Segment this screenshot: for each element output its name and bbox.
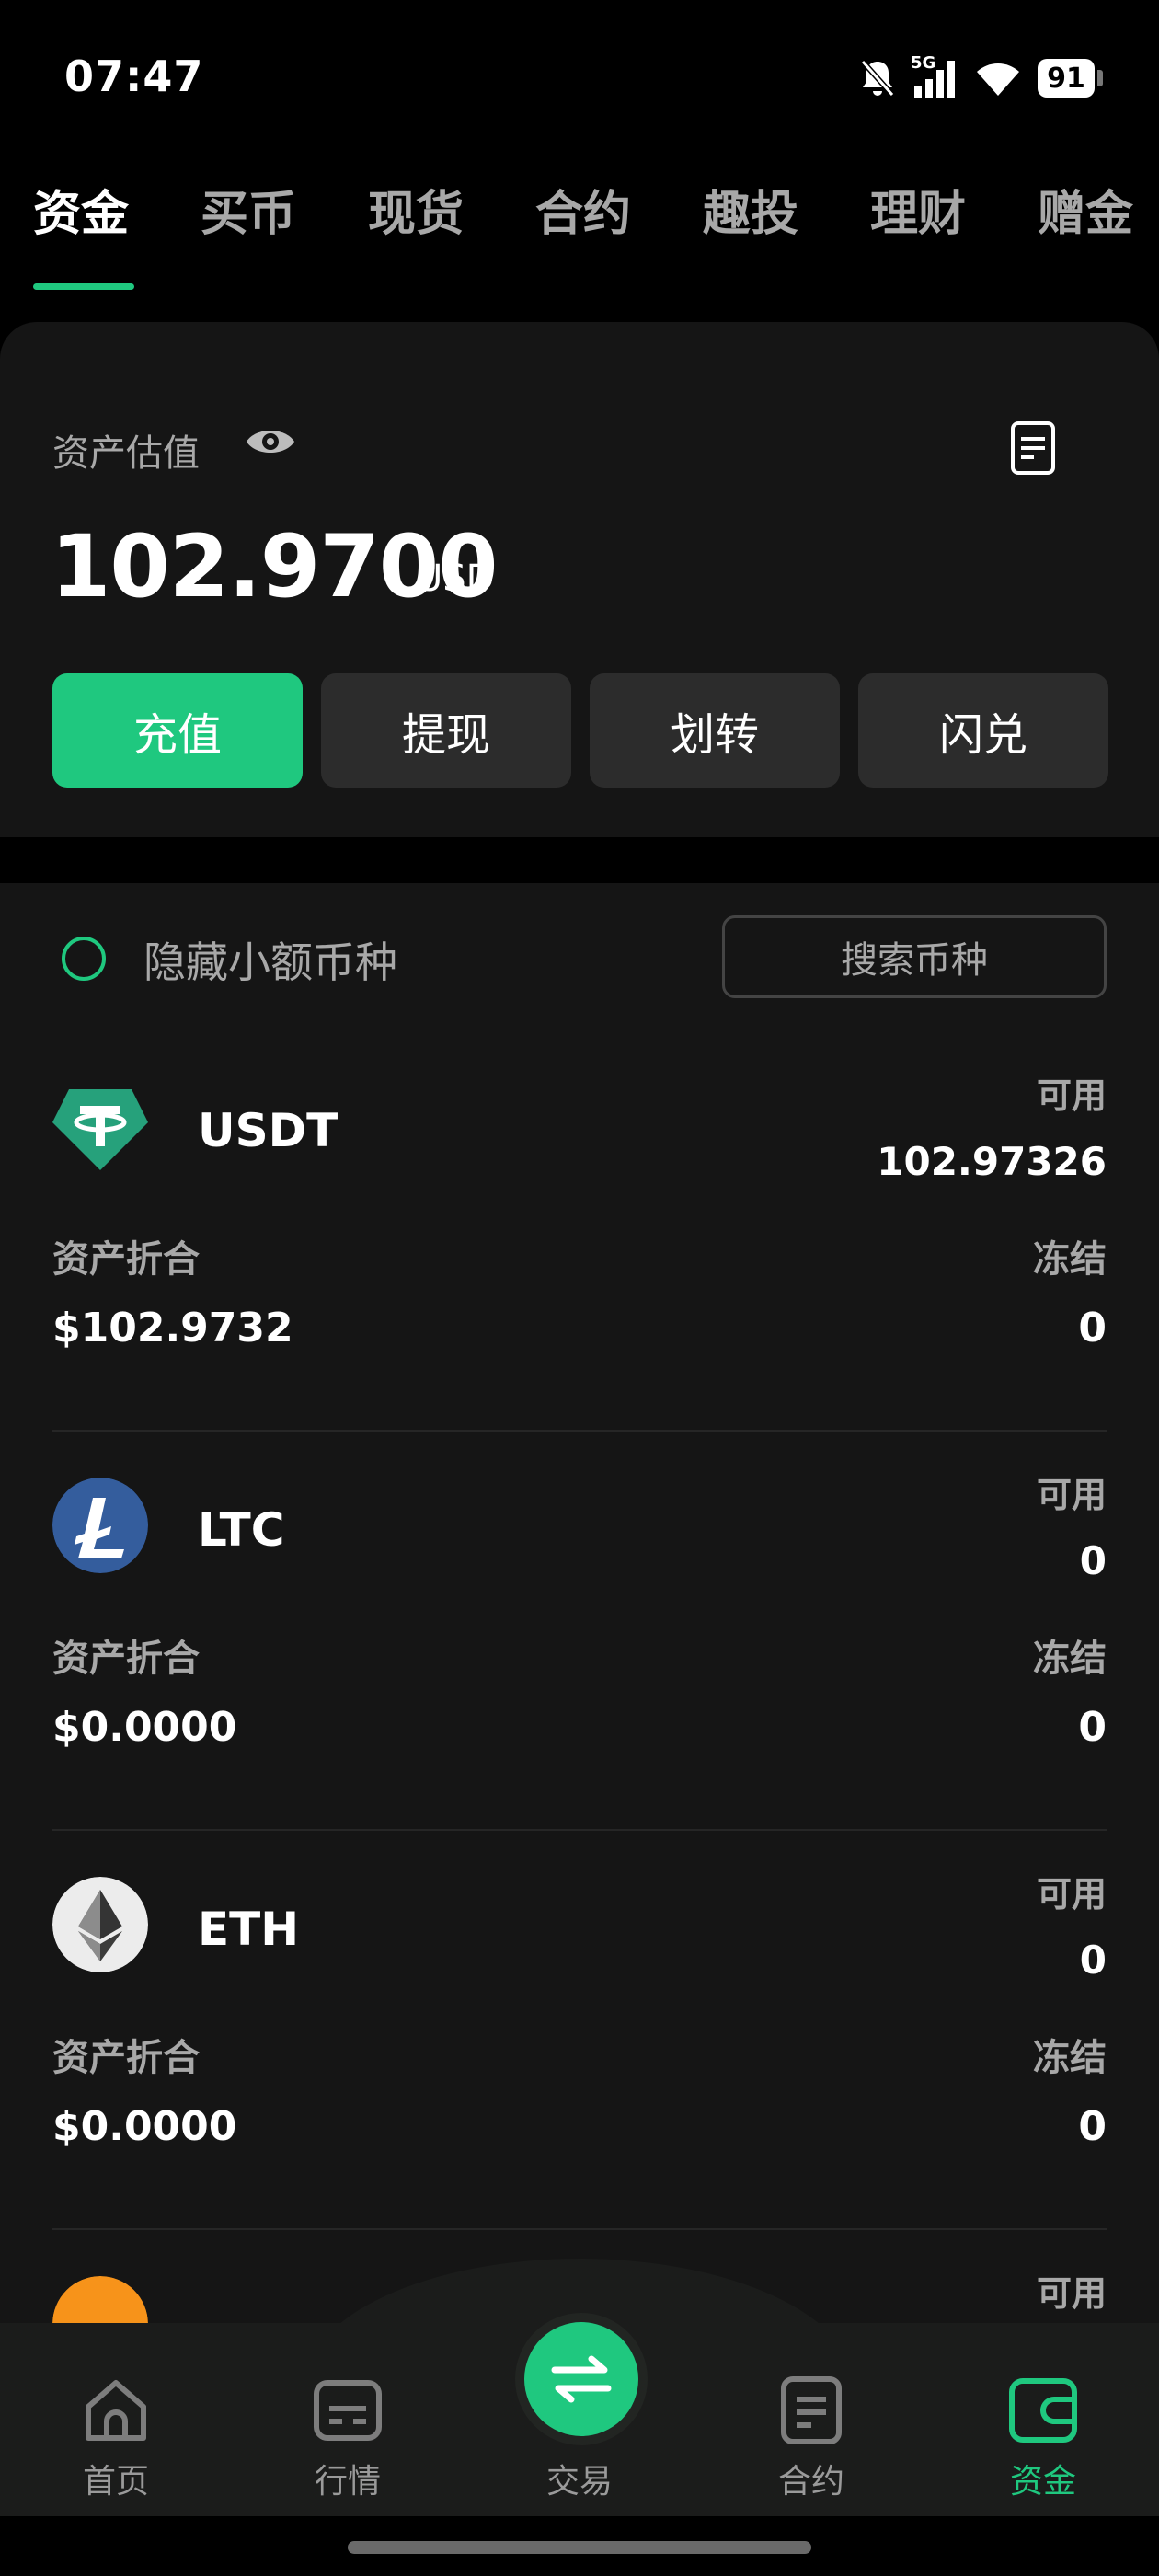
frozen-label: 冻结	[1033, 1238, 1107, 1281]
divider	[52, 2228, 1107, 2230]
nav-home[interactable]: 首页	[42, 2374, 189, 2502]
status-icons: 5G 91	[859, 53, 1103, 101]
nav-funds[interactable]: 资金	[970, 2374, 1117, 2502]
signal-icon: 5G	[911, 53, 958, 99]
available-value: 102.97326	[877, 1139, 1107, 1184]
nav-trade-label[interactable]: 交易	[506, 2455, 653, 2502]
coin-icon	[52, 2276, 148, 2328]
nav-contract[interactable]: 合约	[738, 2374, 885, 2502]
contract-icon	[781, 2376, 842, 2444]
record-icon[interactable]	[1010, 420, 1056, 476]
tab-contract[interactable]: 合约	[535, 175, 631, 244]
coin-name: ETH	[198, 1903, 300, 1956]
available-label: 可用	[1036, 1475, 1107, 1515]
list-item-usdt[interactable]: USDT 可用 102.97326 资产折合 $102.9732 冻结 0	[52, 1040, 1107, 1439]
tab-funds[interactable]: 资金	[33, 175, 129, 244]
asset-card: 资产估值 102.9700 USD 充值 提现 划转 闪兑	[0, 322, 1159, 837]
nav-market[interactable]: 行情	[274, 2374, 421, 2502]
active-tab-indicator	[33, 283, 134, 290]
frozen-label: 冻结	[1033, 1638, 1107, 1680]
status-time: 07:47	[64, 52, 204, 101]
coin-name: LTC	[198, 1503, 285, 1557]
home-icon	[86, 2380, 146, 2441]
converted-value: $0.0000	[52, 1704, 237, 1751]
available-value: 0	[1079, 1538, 1107, 1583]
wallet-icon	[1009, 2378, 1077, 2443]
asset-unit: USD	[416, 558, 495, 600]
divider	[52, 1430, 1107, 1432]
frozen-value: 0	[1078, 1704, 1107, 1751]
eth-icon	[52, 1877, 148, 1972]
available-label: 可用	[1036, 2273, 1107, 2314]
frozen-value: 0	[1078, 2103, 1107, 2150]
trade-button[interactable]	[524, 2322, 638, 2436]
nav-market-label: 行情	[314, 2463, 381, 2501]
ltc-icon	[52, 1478, 148, 1573]
converted-value: $102.9732	[52, 1305, 293, 1351]
top-tabs: 资金 买币 现货 合约 趣投 理财 赠金	[0, 175, 1159, 294]
coin-list: 隐藏小额币种 搜索币种 USDT 可用 102.97326 资产折合 $102.…	[0, 883, 1159, 2328]
available-label: 可用	[1036, 1874, 1107, 1915]
converted-value: $0.0000	[52, 2103, 237, 2150]
wifi-icon	[977, 63, 1019, 96]
divider	[52, 1829, 1107, 1831]
available-value: 0	[1079, 1938, 1107, 1983]
tab-buy-crypto[interactable]: 买币	[201, 175, 296, 244]
nav-contract-label: 合约	[777, 2463, 844, 2501]
home-indicator[interactable]	[348, 2541, 811, 2554]
list-item-eth[interactable]: ETH 可用 0 资产折合 $0.0000 冻结 0	[52, 1838, 1107, 2237]
withdraw-button[interactable]: 提现	[321, 673, 571, 788]
converted-label: 资产折合	[52, 2037, 200, 2079]
market-icon	[314, 2380, 382, 2441]
swap-arrows-icon	[551, 2355, 612, 2403]
asset-valuation-label: 资产估值	[52, 432, 200, 475]
status-bar: 07:47 5G 91	[0, 0, 1159, 156]
deposit-button[interactable]: 充值	[52, 673, 303, 788]
battery-icon: 91	[1038, 59, 1103, 98]
bell-off-icon	[860, 60, 895, 97]
eye-icon[interactable]	[245, 423, 296, 460]
nav-funds-label: 资金	[1009, 2463, 1076, 2501]
transfer-button[interactable]: 划转	[590, 673, 840, 788]
available-label: 可用	[1036, 1075, 1107, 1116]
tab-spot[interactable]: 现货	[368, 175, 464, 244]
hide-small-radio[interactable]	[62, 937, 106, 981]
converted-label: 资产折合	[52, 1638, 200, 1680]
tab-fun-invest[interactable]: 趣投	[703, 175, 798, 244]
coin-name: USDT	[198, 1104, 339, 1157]
frozen-label: 冻结	[1033, 2037, 1107, 2079]
tab-wealth[interactable]: 理财	[870, 175, 966, 244]
nav-home-label: 首页	[82, 2463, 149, 2501]
hide-small-label[interactable]: 隐藏小额币种	[143, 929, 397, 990]
frozen-value: 0	[1078, 1305, 1107, 1351]
convert-button[interactable]: 闪兑	[858, 673, 1108, 788]
usdt-icon	[52, 1089, 148, 1170]
converted-label: 资产折合	[52, 1238, 200, 1281]
list-item-ltc[interactable]: LTC 可用 0 资产折合 $0.0000 冻结 0	[52, 1439, 1107, 1838]
search-coin-button[interactable]: 搜索币种	[722, 915, 1107, 998]
tab-bonus[interactable]: 赠金	[1038, 175, 1133, 244]
